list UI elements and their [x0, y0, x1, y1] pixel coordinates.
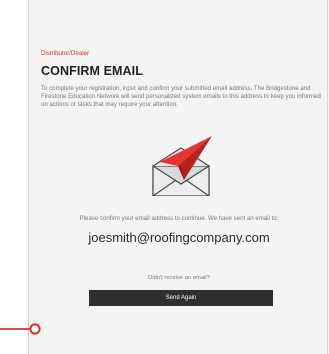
confirm-instruction-text: Please confirm your email address to con…: [79, 215, 279, 222]
envelope-paper-plane-icon: [152, 136, 212, 196]
user-type-label: Distributor/Dealer: [41, 50, 90, 57]
confirm-email-card: Distributor/Dealer CONFIRM EMAIL To comp…: [28, 0, 328, 354]
callout-pointer-icon: [0, 323, 41, 335]
page-title: CONFIRM EMAIL: [41, 64, 143, 78]
submitted-email: joesmith@roofingcompany.com: [88, 230, 270, 245]
no-email-text: Didn't receive an email?: [148, 275, 210, 281]
send-again-button[interactable]: Send Again: [89, 290, 273, 306]
page: Distributor/Dealer CONFIRM EMAIL To comp…: [0, 0, 329, 354]
instructions-text: To complete your registration, input and…: [41, 85, 321, 109]
